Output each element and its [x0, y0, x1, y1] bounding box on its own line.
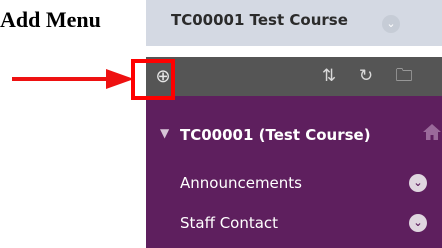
course-menu-toolbar: ⊕ ⇅ ↻ 🗀: [146, 57, 442, 96]
sidebar-item-label[interactable]: Announcements: [180, 174, 302, 192]
chevron-down-icon[interactable]: ⌄: [382, 15, 400, 33]
callout-arrow: [12, 69, 134, 89]
course-title[interactable]: TC00001 Test Course: [171, 11, 348, 29]
document-heading: Add Menu: [0, 7, 101, 32]
sort-icon[interactable]: ⇅: [318, 65, 340, 87]
course-header: TC00001 Test Course ⌄: [146, 0, 442, 46]
folder-icon[interactable]: 🗀: [393, 65, 415, 87]
collapse-triangle-icon[interactable]: ▼: [160, 126, 169, 140]
home-icon[interactable]: [422, 122, 442, 142]
sidebar-item-staff-contact[interactable]: Staff Contact ⌄: [146, 206, 442, 246]
course-menu-header[interactable]: ▼ TC00001 (Test Course): [146, 96, 442, 166]
header-divider: [146, 46, 442, 57]
chevron-down-icon[interactable]: ⌄: [409, 214, 427, 232]
chevron-down-icon[interactable]: ⌄: [409, 174, 427, 192]
course-menu: ▼ TC00001 (Test Course) Announcements ⌄ …: [146, 96, 442, 248]
sidebar-item-label[interactable]: Staff Contact: [180, 214, 278, 232]
course-menu-title[interactable]: TC00001 (Test Course): [180, 126, 371, 144]
refresh-icon[interactable]: ↻: [355, 65, 377, 87]
callout-highlight-box: [131, 59, 175, 100]
sidebar-item-announcements[interactable]: Announcements ⌄: [146, 166, 442, 206]
